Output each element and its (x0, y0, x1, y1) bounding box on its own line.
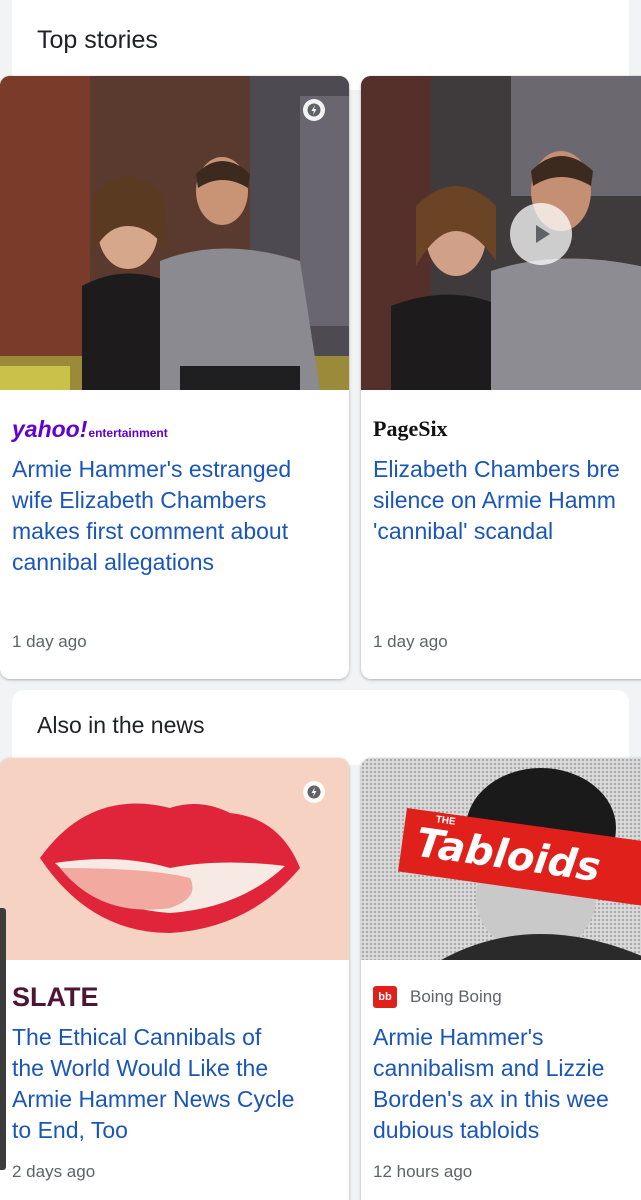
story-card-slate[interactable]: SLATE The Ethical Cannibals of the World… (0, 758, 349, 1200)
source-name: yahoo! (12, 416, 88, 442)
story-card-pagesix[interactable]: PageSix Elizabeth Chambers bre silence o… (361, 76, 641, 679)
top-stories-heading: Top stories (37, 26, 158, 54)
story-card-boingboing[interactable]: THE Tabloids bb Boing Boing Armie Hammer… (361, 758, 641, 1200)
also-in-news-heading: Also in the news (37, 712, 205, 738)
source-slate-logo: SLATE (12, 982, 99, 1012)
story-time: 1 day ago (373, 632, 448, 651)
story-time: 1 day ago (12, 632, 87, 651)
story-image (0, 758, 349, 960)
news-feed-page: Top stories yahoo! entertainment Armie H… (0, 0, 641, 1200)
amp-lightning-icon (303, 781, 325, 803)
story-card-yahoo[interactable]: yahoo! entertainment Armie Hammer's estr… (0, 76, 349, 679)
source-boingboing: bb Boing Boing (373, 986, 502, 1008)
story-headline[interactable]: Armie Hammer's cannibalism and Lizzie Bo… (373, 1022, 641, 1146)
story-headline[interactable]: The Ethical Cannibals of the World Would… (12, 1022, 332, 1146)
story-time: 12 hours ago (373, 1162, 473, 1181)
source-yahoo-logo: yahoo! entertainment (12, 416, 168, 443)
story-headline[interactable]: Elizabeth Chambers bre silence on Armie … (373, 454, 641, 547)
source-pagesix-logo: PageSix (373, 416, 448, 441)
amp-lightning-icon (303, 99, 325, 121)
story-headline[interactable]: Armie Hammer's estranged wife Elizabeth … (12, 454, 332, 578)
story-image (361, 76, 641, 390)
story-image (0, 76, 349, 390)
play-icon[interactable] (510, 203, 572, 265)
source-name: Boing Boing (410, 987, 502, 1006)
boingboing-favicon-icon: bb (373, 986, 397, 1008)
edge-swipe-handle[interactable] (0, 908, 6, 1170)
source-subname: entertainment (88, 426, 168, 440)
story-time: 2 days ago (12, 1162, 96, 1181)
